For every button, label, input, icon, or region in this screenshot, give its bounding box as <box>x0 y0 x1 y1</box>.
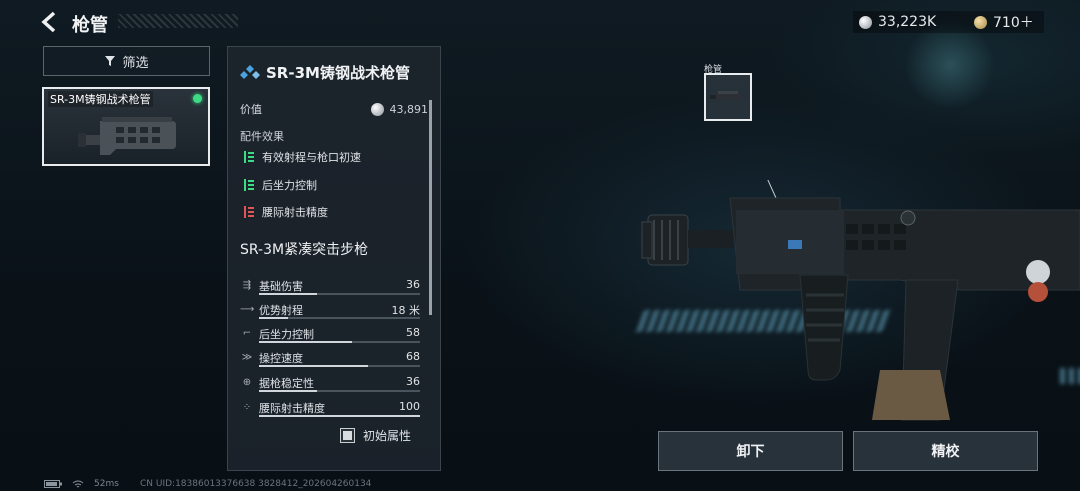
stat-bar-fill <box>259 390 317 392</box>
equipped-indicator <box>193 94 202 103</box>
item-name: SR-3M铸钢战术枪管 <box>48 91 153 107</box>
stat-row: ⇶ 基础伤害 36 <box>240 278 420 300</box>
initial-attr-label: 初始属性 <box>363 429 412 443</box>
stat-label: 腰际射击精度 <box>259 402 325 415</box>
stat-value: 18 米 <box>391 304 421 317</box>
barrel-slot[interactable] <box>704 73 752 121</box>
stat-bar <box>259 317 420 319</box>
stat-label: 据枪稳定性 <box>259 377 314 390</box>
stat-row: ⊕ 据枪稳定性 36 <box>240 375 420 397</box>
unequip-button[interactable]: 卸下 <box>658 431 843 471</box>
stat-up-icon <box>244 179 254 191</box>
stat-row: ⁘ 腰际射击精度 100 <box>240 400 420 422</box>
stat-bar <box>259 293 420 295</box>
barrel-image <box>78 117 176 155</box>
panel-title-text: SR-3M铸钢战术枪管 <box>266 64 410 82</box>
uid-text: CN UID:18386013376638 3828412_2026042601… <box>140 479 372 489</box>
chevron-left-icon <box>41 11 56 33</box>
value-amount: 43,891 <box>389 102 429 116</box>
silver-coin-icon <box>370 102 384 116</box>
stat-row: ≫ 操控速度 68 <box>240 350 420 372</box>
stat-value: 68 <box>406 350 420 363</box>
stat-down-icon <box>244 206 254 218</box>
stat-row: ⌐ 后坐力控制 58 <box>240 326 420 348</box>
stability-icon: ⊕ <box>242 377 252 388</box>
title-decoration <box>118 14 238 28</box>
filter-label: 筛选 <box>122 55 149 71</box>
tune-button[interactable]: 精校 <box>853 431 1038 471</box>
item-card-selected[interactable]: SR-3M铸钢战术枪管 <box>42 87 210 166</box>
stat-up-icon <box>244 151 254 163</box>
stat-bar-fill <box>259 317 288 319</box>
panel-scrollbar[interactable] <box>429 100 432 315</box>
effect-item: 有效射程与枪口初速 <box>244 149 361 165</box>
handling-icon: ≫ <box>241 352 253 363</box>
stat-value: 100 <box>399 400 420 413</box>
stat-label: 操控速度 <box>259 352 303 365</box>
gold-amount: 710＋ <box>993 15 1034 31</box>
silver-amount: 33,223K <box>878 14 937 30</box>
item-detail-panel: SR-3M铸钢战术枪管 价值 43,891 配件效果 有效射程与枪口初速 后坐力… <box>227 46 441 471</box>
stat-bar-fill <box>259 341 353 343</box>
effect-item: 腰际射击精度 <box>244 204 328 220</box>
stat-label: 基础伤害 <box>259 280 303 293</box>
stat-bar <box>259 341 420 343</box>
damage-icon: ⇶ <box>242 280 252 291</box>
status-bar: 52ms <box>44 479 119 489</box>
checkbox[interactable] <box>340 428 355 443</box>
ceiling-light <box>905 20 995 110</box>
silver-currency[interactable]: 33,223K <box>853 11 968 33</box>
stat-bar <box>259 415 420 417</box>
gold-coin-icon <box>974 15 987 29</box>
stat-value: 58 <box>406 326 420 339</box>
filter-button[interactable]: 筛选 <box>43 46 210 76</box>
weapon-model <box>641 180 1080 421</box>
stat-bar <box>259 390 420 392</box>
stat-bar <box>259 365 420 367</box>
hipfire-icon: ⁘ <box>242 402 252 413</box>
stat-value: 36 <box>406 278 420 291</box>
filter-icon <box>105 56 116 66</box>
stat-bar-fill <box>259 293 317 295</box>
barrel-slot-icon <box>710 91 742 101</box>
stat-value: 36 <box>406 375 420 388</box>
wifi-icon <box>72 480 84 487</box>
effects-label: 配件效果 <box>240 130 284 143</box>
ping-value: 52ms <box>94 479 119 489</box>
rarity-icon <box>240 64 260 79</box>
silver-coin-icon <box>859 15 872 29</box>
back-button[interactable] <box>40 11 60 39</box>
effect-item: 后坐力控制 <box>244 177 317 193</box>
stat-bar-fill <box>259 365 369 367</box>
stat-label: 优势射程 <box>259 304 303 317</box>
value-row: 价值 43,891 <box>240 101 428 117</box>
stat-row: ⟶ 优势射程 18 米 <box>240 302 420 324</box>
page-title: 枪管 <box>72 15 108 36</box>
stat-bar-fill <box>259 415 420 417</box>
value-label: 价值 <box>240 103 262 116</box>
effect-label: 后坐力控制 <box>262 179 317 192</box>
stat-label: 后坐力控制 <box>259 328 314 341</box>
recoil-icon: ⌐ <box>242 328 252 339</box>
gold-currency[interactable]: 710＋ <box>968 11 1044 33</box>
battery-icon <box>44 480 62 488</box>
range-icon: ⟶ <box>240 304 255 315</box>
effect-label: 有效射程与枪口初速 <box>262 151 361 164</box>
effect-label: 腰际射击精度 <box>262 206 328 219</box>
weapon-name: SR-3M紧凑突击步枪 <box>240 242 369 258</box>
panel-title: SR-3M铸钢战术枪管 <box>240 62 410 83</box>
initial-attr-toggle[interactable]: 初始属性 <box>340 427 411 444</box>
